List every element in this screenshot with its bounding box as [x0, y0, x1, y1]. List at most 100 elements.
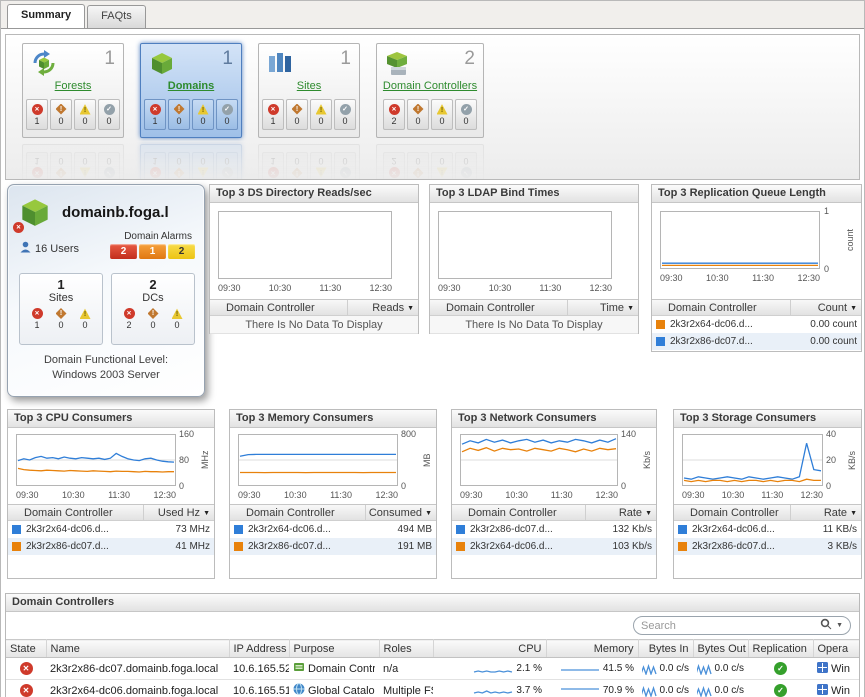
col-bytes-out[interactable]: Bytes Out	[693, 640, 748, 658]
legend-header: Domain Controller Rate	[452, 504, 656, 521]
users-summary[interactable]: 16 Users	[20, 241, 79, 256]
col-memory[interactable]: Memory	[546, 640, 638, 658]
col-replication[interactable]: Replication	[748, 640, 813, 658]
critical-alarm-badge[interactable]: 1	[139, 244, 166, 259]
normal-status-cell[interactable]: 0	[98, 99, 120, 130]
dcs-count: 2	[112, 277, 194, 292]
legend-col-value[interactable]: Reads	[348, 300, 418, 315]
critical-status-cell[interactable]: 0	[407, 99, 429, 130]
search-icon[interactable]	[820, 618, 832, 633]
legend-col-domain-controller[interactable]: Domain Controller	[430, 300, 568, 315]
legend-col-value[interactable]: Count	[791, 300, 861, 315]
legend-col-domain-controller[interactable]: Domain Controller	[8, 505, 144, 520]
col-roles[interactable]: Roles	[379, 640, 433, 658]
legend-col-value[interactable]: Consumed	[366, 505, 436, 520]
fatal-count: 2	[391, 116, 396, 126]
legend-row[interactable]: 2k3r2x64-dc06.d... 494 MB	[230, 521, 436, 538]
legend-dc-name[interactable]: 2k3r2x86-dc07.d...	[665, 336, 791, 347]
legend-row[interactable]: 2k3r2x64-dc06.d... 103 Kb/s	[452, 538, 656, 555]
legend-dc-name[interactable]: 2k3r2x64-dc06.d...	[243, 524, 366, 535]
warning-status-cell[interactable]: 0	[310, 99, 332, 130]
fatal-status-cell[interactable]: 2	[383, 99, 405, 130]
col-ip-address[interactable]: IP Address	[229, 640, 289, 658]
search-box[interactable]: ▼	[633, 616, 851, 635]
legend-dc-name[interactable]: 2k3r2x64-dc06.d...	[21, 524, 144, 535]
domain-name[interactable]: domainb.foga.l	[62, 204, 169, 221]
fatal-icon	[389, 104, 400, 115]
dcs-subbox[interactable]: 2 DCs 2 0 0	[111, 273, 195, 345]
bytes-in-value: 0.0 c/s	[660, 685, 689, 696]
critical-status-cell[interactable]: 0	[286, 99, 308, 130]
col-operating-system[interactable]: Opera	[813, 640, 859, 658]
legend-row[interactable]: 2k3r2x86-dc07.d... 191 MB	[230, 538, 436, 555]
sites-subbox[interactable]: 1 Sites 1 0 0	[19, 273, 103, 345]
legend-row[interactable]: 2k3r2x64-dc06.d... 73 MHz	[8, 521, 214, 538]
warning-status-cell[interactable]: 0	[192, 99, 214, 130]
critical-status-cell[interactable]: 0	[168, 99, 190, 130]
series-color-swatch	[234, 525, 243, 534]
legend-row[interactable]: 2k3r2x86-dc07.d... 132 Kb/s	[452, 521, 656, 538]
tile-link-domains[interactable]: Domains	[141, 80, 241, 95]
dc-table-row[interactable]: 2k3r2x64-dc06.domainb.foga.local 10.6.16…	[6, 680, 859, 697]
tile-link-domain-controllers[interactable]: Domain Controllers	[377, 80, 483, 95]
tile-forests[interactable]: 1 Forests 1 0 0 0	[22, 43, 124, 138]
ad-summary-dashboard: Summary FAQts	[0, 0, 865, 697]
fatal-icon	[124, 308, 135, 319]
search-options-caret-icon[interactable]: ▼	[836, 622, 843, 629]
col-cpu[interactable]: CPU	[433, 640, 546, 658]
legend-col-value[interactable]: Rate	[586, 505, 656, 520]
y-tick: 40	[826, 429, 848, 439]
tile-domain-controllers[interactable]: 2 Domain Controllers 2 0 0 0	[376, 43, 484, 138]
sites-icon	[265, 48, 295, 81]
legend-dc-name[interactable]: 2k3r2x86-dc07.d...	[21, 541, 144, 552]
search-input[interactable]	[641, 620, 816, 632]
legend-col-value[interactable]: Rate	[791, 505, 861, 520]
legend-dc-name[interactable]: 2k3r2x86-dc07.d...	[687, 541, 791, 552]
tile-link-forests[interactable]: Forests	[23, 80, 123, 95]
col-purpose[interactable]: Purpose	[289, 640, 379, 658]
legend-col-domain-controller[interactable]: Domain Controller	[652, 300, 791, 315]
tile-link-sites[interactable]: Sites	[259, 80, 359, 95]
legend-col-domain-controller[interactable]: Domain Controller	[452, 505, 586, 520]
fatal-alarm-badge[interactable]: 2	[110, 244, 137, 259]
domain-card[interactable]: domainb.foga.l 16 Users Domain Alarms 2 …	[7, 184, 205, 397]
normal-status-cell[interactable]: 0	[334, 99, 356, 130]
legend-row[interactable]: 2k3r2x86-dc07.d... 3 KB/s	[674, 538, 861, 555]
col-state[interactable]: State	[6, 640, 46, 658]
legend-col-value[interactable]: Time	[568, 300, 638, 315]
dc-table-row[interactable]: 2k3r2x86-dc07.domainb.foga.local 10.6.16…	[6, 658, 859, 680]
critical-status-cell[interactable]: 0	[50, 99, 72, 130]
legend-row[interactable]: 2k3r2x64-dc06.d... 11 KB/s	[674, 521, 861, 538]
legend-col-domain-controller[interactable]: Domain Controller	[230, 505, 366, 520]
legend-col-value[interactable]: Used Hz	[144, 505, 214, 520]
legend-col-domain-controller[interactable]: Domain Controller	[674, 505, 791, 520]
sort-arrow-icon	[850, 504, 857, 522]
legend-row[interactable]: 2k3r2x86-dc07.d... 0.00 count	[652, 333, 861, 350]
warning-status-cell[interactable]: 0	[74, 99, 96, 130]
domains-icon	[147, 48, 177, 81]
col-bytes-in[interactable]: Bytes In	[638, 640, 693, 658]
warning-status-cell[interactable]: 0	[431, 99, 453, 130]
legend-dc-name[interactable]: 2k3r2x86-dc07.d...	[465, 524, 586, 535]
fatal-count: 1	[270, 116, 275, 126]
tab-summary[interactable]: Summary	[7, 4, 85, 28]
normal-status-cell[interactable]: 0	[216, 99, 238, 130]
fatal-status-cell[interactable]: 1	[26, 99, 48, 130]
col-name[interactable]: Name	[46, 640, 229, 658]
legend-dc-name[interactable]: 2k3r2x64-dc06.d...	[687, 524, 791, 535]
fatal-status-cell[interactable]: 1	[262, 99, 284, 130]
legend-dc-name[interactable]: 2k3r2x64-dc06.d...	[465, 541, 586, 552]
fatal-status-cell[interactable]: 1	[144, 99, 166, 130]
fatal-count: 1	[34, 116, 39, 126]
legend-row[interactable]: 2k3r2x64-dc06.d... 0.00 count	[652, 316, 861, 333]
tile-domains[interactable]: 1 Domains 1 0 0 0	[140, 43, 242, 138]
tile-sites[interactable]: 1 Sites 1 0 0 0	[258, 43, 360, 138]
memory-value: 41.5 %	[603, 663, 634, 674]
normal-status-cell[interactable]: 0	[455, 99, 477, 130]
legend-row[interactable]: 2k3r2x86-dc07.d... 41 MHz	[8, 538, 214, 555]
legend-dc-name[interactable]: 2k3r2x64-dc06.d...	[665, 319, 791, 330]
legend-col-domain-controller[interactable]: Domain Controller	[210, 300, 348, 315]
legend-dc-name[interactable]: 2k3r2x86-dc07.d...	[243, 541, 366, 552]
tab-faqts[interactable]: FAQts	[87, 5, 146, 28]
warning-alarm-badge[interactable]: 2	[168, 244, 195, 259]
